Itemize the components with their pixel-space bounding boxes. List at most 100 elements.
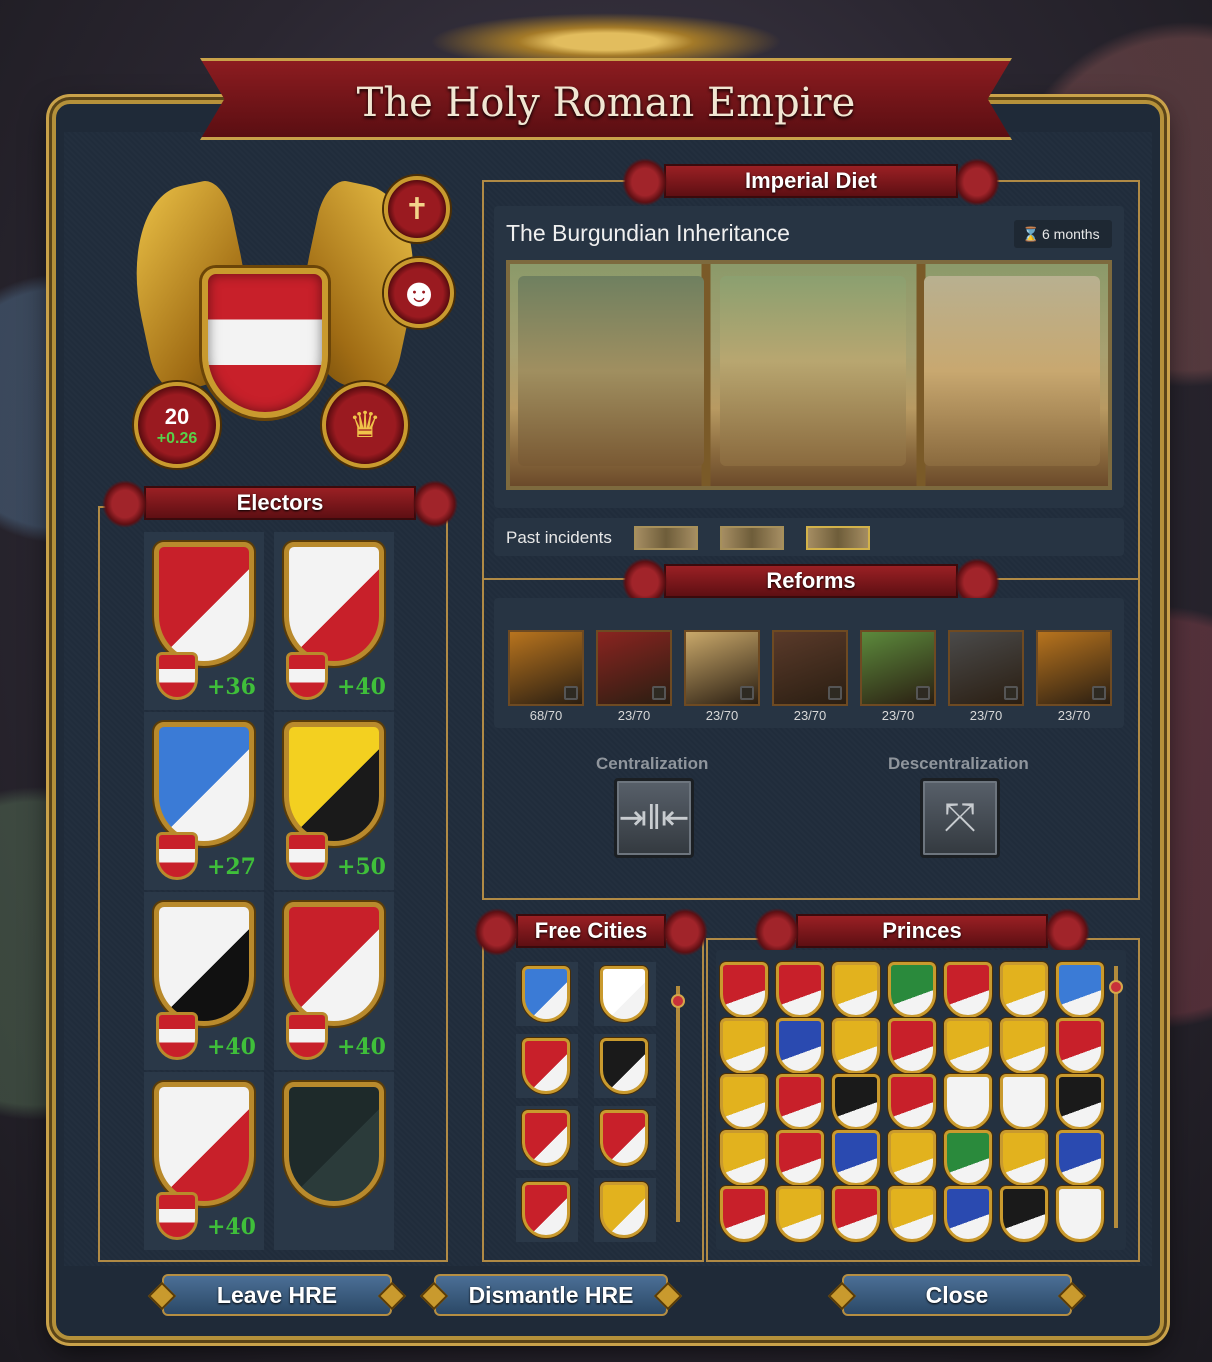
- reform-4[interactable]: [772, 630, 848, 706]
- prince-7[interactable]: [1056, 962, 1104, 1018]
- princes-header: Princes: [754, 908, 1090, 956]
- past-incident-1[interactable]: [634, 526, 698, 550]
- prince-11[interactable]: [888, 1018, 936, 1074]
- dismantle-hre-button[interactable]: Dismantle HRE: [434, 1274, 668, 1316]
- free-city-7[interactable]: [516, 1178, 578, 1242]
- prince-15[interactable]: [720, 1074, 768, 1130]
- religion-button[interactable]: ✝: [384, 176, 450, 242]
- reform-1[interactable]: [508, 630, 584, 706]
- elector-2[interactable]: +40: [274, 532, 394, 710]
- princes-scrollbar[interactable]: [1114, 966, 1118, 1228]
- close-button[interactable]: Close: [842, 1274, 1072, 1316]
- reform-cost: 23/70: [705, 708, 739, 723]
- elector-score: +36: [206, 674, 256, 700]
- elector-3[interactable]: +27: [144, 712, 264, 890]
- prince-25[interactable]: [888, 1130, 936, 1186]
- prince-21[interactable]: [1056, 1074, 1104, 1130]
- prince-26[interactable]: [944, 1130, 992, 1186]
- princes-scroll-knob[interactable]: [1109, 980, 1123, 994]
- past-incident-2[interactable]: [720, 526, 784, 550]
- prince-31[interactable]: [832, 1186, 880, 1242]
- elector-score: +40: [336, 1034, 386, 1060]
- prince-19[interactable]: [944, 1074, 992, 1130]
- free-city-4[interactable]: [594, 1034, 656, 1098]
- imperial-authority-badge[interactable]: 20 +0.26: [134, 382, 220, 468]
- past-incidents-label: Past incidents: [506, 528, 612, 547]
- prince-10[interactable]: [832, 1018, 880, 1074]
- title-ornament: [400, 8, 812, 64]
- tapestry-panel-middle: [720, 276, 906, 466]
- prince-14[interactable]: [1056, 1018, 1104, 1074]
- reform-6[interactable]: [948, 630, 1024, 706]
- decentralization-button[interactable]: ⤧: [920, 778, 1000, 858]
- free-city-3[interactable]: [516, 1034, 578, 1098]
- prince-8[interactable]: [720, 1018, 768, 1074]
- reform-3[interactable]: [684, 630, 760, 706]
- prince-33[interactable]: [944, 1186, 992, 1242]
- prince-35[interactable]: [1056, 1186, 1104, 1242]
- prince-27[interactable]: [1000, 1130, 1048, 1186]
- elector-relation-flag: [286, 832, 328, 880]
- prince-24[interactable]: [832, 1130, 880, 1186]
- elector-relation-flag: [156, 652, 198, 700]
- free-city-5[interactable]: [516, 1106, 578, 1170]
- elector-4[interactable]: +50: [274, 712, 394, 890]
- prince-3[interactable]: [832, 962, 880, 1018]
- imperial-authority-value: 20: [164, 404, 190, 429]
- centralization-label: Centralization: [596, 754, 709, 773]
- past-incident-3[interactable]: [806, 526, 870, 550]
- crown-button[interactable]: ♛: [322, 382, 408, 468]
- reform-checkbox: [1004, 686, 1018, 700]
- smiley-icon: ☻: [397, 270, 441, 315]
- prince-13[interactable]: [1000, 1018, 1048, 1074]
- elector-score: +27: [206, 854, 256, 880]
- prince-6[interactable]: [1000, 962, 1048, 1018]
- prince-23[interactable]: [776, 1130, 824, 1186]
- prince-4[interactable]: [888, 962, 936, 1018]
- leave-hre-button[interactable]: Leave HRE: [162, 1274, 392, 1316]
- crown-icon: ♛: [348, 404, 382, 445]
- free-cities-scrollbar[interactable]: [676, 986, 680, 1222]
- free-city-shield: [522, 1038, 570, 1094]
- prince-18[interactable]: [888, 1074, 936, 1130]
- prince-2[interactable]: [776, 962, 824, 1018]
- prince-9[interactable]: [776, 1018, 824, 1074]
- prince-17[interactable]: [832, 1074, 880, 1130]
- reform-checkbox: [652, 686, 666, 700]
- free-cities-scroll-knob[interactable]: [671, 994, 685, 1008]
- free-city-6[interactable]: [594, 1106, 656, 1170]
- reform-2[interactable]: [596, 630, 672, 706]
- prince-1[interactable]: [720, 962, 768, 1018]
- reform-checkbox: [1092, 686, 1106, 700]
- reform-7[interactable]: [1036, 630, 1112, 706]
- prince-29[interactable]: [720, 1186, 768, 1242]
- elector-7[interactable]: +40: [144, 1072, 264, 1250]
- prince-28[interactable]: [1056, 1130, 1104, 1186]
- centralization-button[interactable]: ⇥‖⇤: [614, 778, 694, 858]
- elector-5[interactable]: +40: [144, 892, 264, 1070]
- reform-5[interactable]: [860, 630, 936, 706]
- prince-34[interactable]: [1000, 1186, 1048, 1242]
- incident-title: The Burgundian Inheritance: [506, 220, 790, 246]
- prince-32[interactable]: [888, 1186, 936, 1242]
- free-city-2[interactable]: [594, 962, 656, 1026]
- elector-8[interactable]: [274, 1072, 394, 1250]
- prince-20[interactable]: [1000, 1074, 1048, 1130]
- elector-1[interactable]: +36: [144, 532, 264, 710]
- decentralization-label: Descentralization: [888, 754, 1029, 773]
- elector-shield: [154, 1082, 254, 1206]
- prince-16[interactable]: [776, 1074, 824, 1130]
- prince-30[interactable]: [776, 1186, 824, 1242]
- elector-6[interactable]: +40: [274, 892, 394, 1070]
- reform-cost: 23/70: [969, 708, 1003, 723]
- free-city-1[interactable]: [516, 962, 578, 1026]
- free-city-8[interactable]: [594, 1178, 656, 1242]
- prince-22[interactable]: [720, 1130, 768, 1186]
- opinion-button[interactable]: ☻: [384, 258, 454, 328]
- elector-relation-flag: [286, 1012, 328, 1060]
- reform-cost: 23/70: [881, 708, 915, 723]
- elector-shield: [154, 722, 254, 846]
- prince-12[interactable]: [944, 1018, 992, 1074]
- prince-5[interactable]: [944, 962, 992, 1018]
- tapestry-panel-right: [924, 276, 1100, 466]
